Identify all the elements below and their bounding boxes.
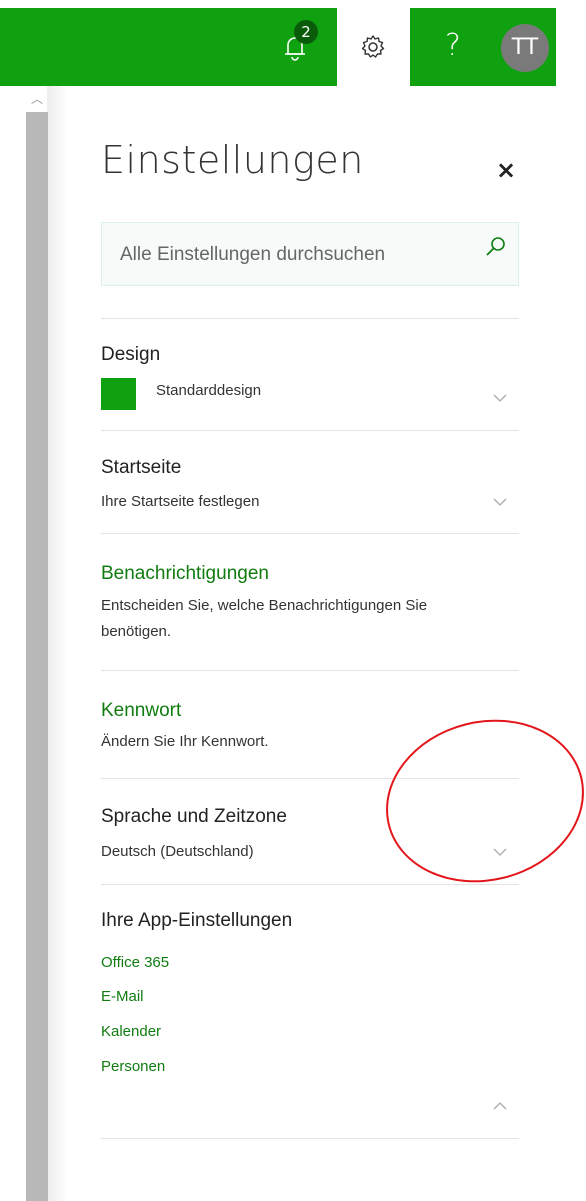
gear-icon[interactable] [359, 33, 387, 61]
section-benachrichtigungen-title[interactable]: Benachrichtigungen [101, 563, 269, 585]
chevron-down-icon[interactable] [492, 390, 508, 406]
settings-screen: 2 ? TT ︿ Einstellungen × Design Standard… [0, 0, 586, 1201]
top-navigation-bar: 2 ? TT [0, 8, 556, 86]
divider [101, 430, 519, 431]
kennwort-description: Ändern Sie Ihr Kennwort. [101, 733, 269, 750]
design-value: Standarddesign [156, 382, 262, 399]
section-sprache-title[interactable]: Sprache und Zeitzone [101, 806, 287, 828]
scroll-up-icon[interactable]: ︿ [26, 86, 48, 112]
app-link-office365[interactable]: Office 365 [101, 954, 169, 971]
page-title: Einstellungen [101, 138, 364, 182]
divider [101, 533, 519, 534]
avatar[interactable]: TT [501, 24, 549, 72]
divider [101, 1138, 519, 1139]
help-button[interactable]: ? [445, 28, 461, 63]
search-icon[interactable] [484, 235, 508, 259]
settings-search [101, 222, 519, 287]
section-design-title[interactable]: Design [101, 344, 160, 366]
close-button[interactable]: × [496, 156, 516, 184]
benachrichtigungen-description-line2: benötigen. [101, 623, 172, 640]
search-input[interactable] [120, 223, 480, 287]
section-kennwort-title[interactable]: Kennwort [101, 700, 181, 722]
app-link-personen[interactable]: Personen [101, 1058, 165, 1075]
divider [101, 318, 519, 319]
chevron-down-icon[interactable] [492, 494, 508, 510]
app-link-email[interactable]: E-Mail [101, 988, 144, 1005]
design-color-swatch [101, 378, 136, 410]
chevron-up-icon[interactable] [492, 1098, 508, 1114]
notification-count-badge[interactable]: 2 [294, 20, 318, 44]
section-apps-title: Ihre App-Einstellungen [101, 910, 293, 931]
startseite-value: Ihre Startseite festlegen [101, 493, 260, 510]
section-startseite-title[interactable]: Startseite [101, 457, 181, 479]
panel-shadow [48, 86, 68, 1201]
divider [101, 884, 519, 885]
divider [101, 670, 519, 671]
sprache-value: Deutsch (Deutschland) [101, 843, 254, 860]
benachrichtigungen-description-line1: Entscheiden Sie, welche Benachrichtigung… [101, 597, 428, 614]
app-link-kalender[interactable]: Kalender [101, 1023, 161, 1040]
scrollbar-thumb[interactable] [26, 112, 48, 1201]
annotation-circle [368, 699, 586, 903]
